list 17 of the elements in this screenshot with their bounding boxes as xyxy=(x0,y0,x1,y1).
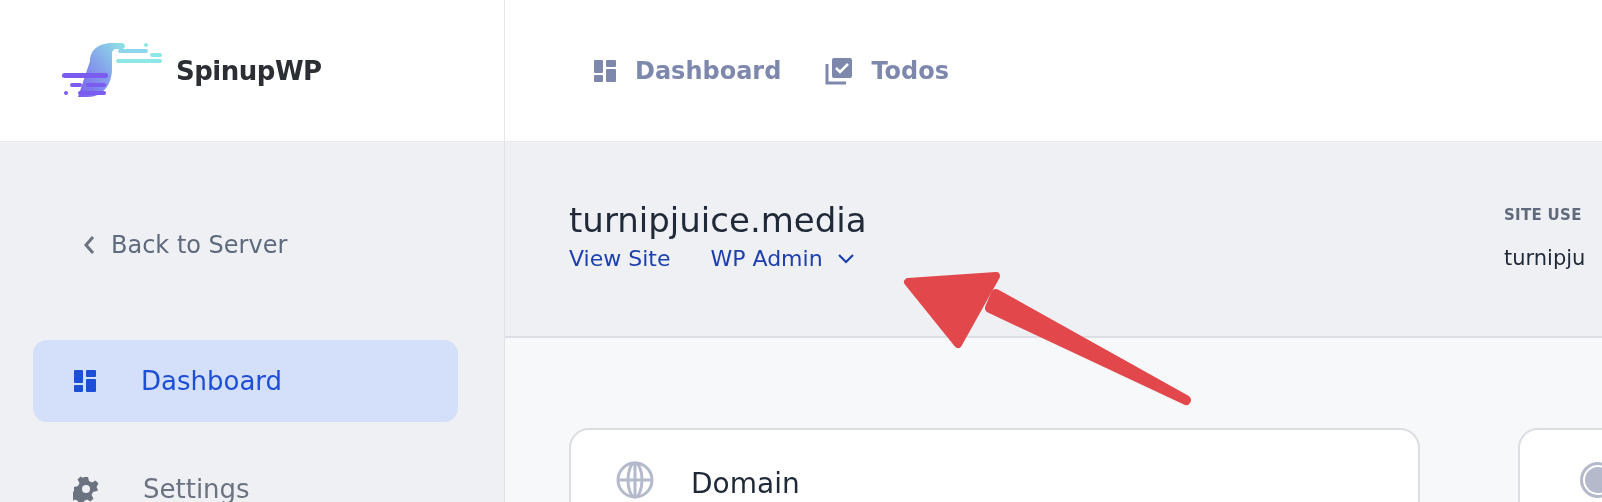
dropdown-link[interactable]: WP Admin xyxy=(710,246,855,271)
caret-icon xyxy=(836,252,855,265)
brand-name: SpinupWP xyxy=(176,55,322,86)
globe-icon xyxy=(615,460,655,500)
dashboard-icon xyxy=(593,58,617,83)
back-link[interactable]: Back to Server xyxy=(33,230,458,260)
card-title: Domain xyxy=(691,466,800,502)
link[interactable]: View Site xyxy=(569,246,671,271)
site-title: turnipjuice.media xyxy=(569,199,867,242)
chevron-left-icon xyxy=(83,235,95,255)
nav-link[interactable]: Todos xyxy=(825,56,949,85)
nav-link[interactable]: Dashboard xyxy=(593,56,782,85)
sidebar-item[interactable]: Dashboard xyxy=(33,340,458,422)
dashboard-icon xyxy=(73,369,97,393)
checklist-icon xyxy=(825,56,854,85)
field-label: SITE USE xyxy=(1504,206,1582,224)
field-value: turnipju xyxy=(1504,246,1586,270)
